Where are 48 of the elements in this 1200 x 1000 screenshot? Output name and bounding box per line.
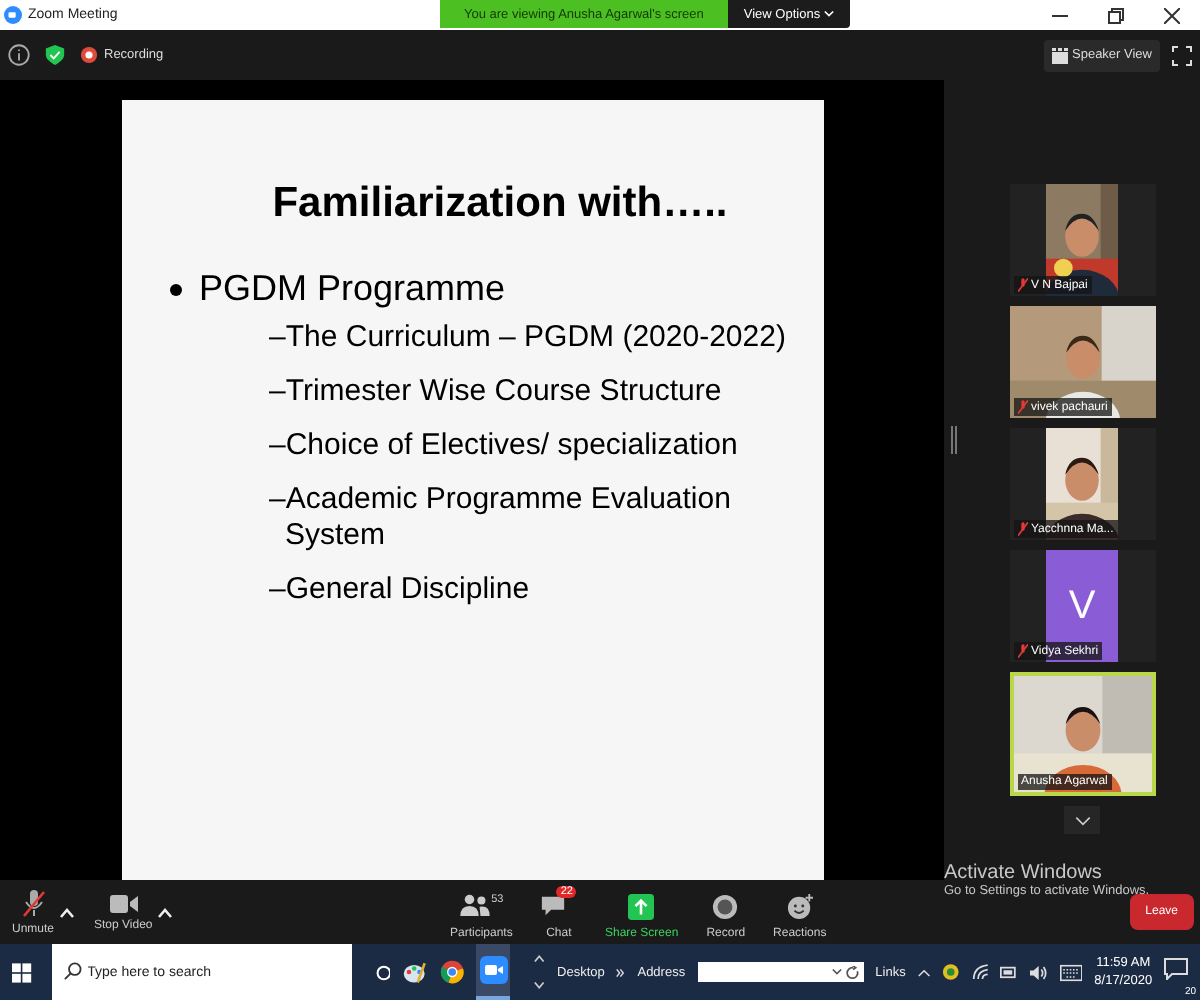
scroll-down-button[interactable] xyxy=(1064,806,1100,834)
search-icon xyxy=(63,962,82,980)
grid-icon xyxy=(1052,47,1068,63)
address-field[interactable] xyxy=(697,962,864,982)
caret-up-icon[interactable] xyxy=(158,907,173,917)
bullet-text: PGDM Programme xyxy=(199,268,506,310)
restore-icon[interactable] xyxy=(1108,7,1124,23)
splitter-handle-icon[interactable] xyxy=(950,426,958,454)
smiley-plus-icon xyxy=(785,893,814,919)
tray-app-icon[interactable] xyxy=(941,962,960,982)
refresh-icon xyxy=(845,965,860,979)
shield-icon[interactable] xyxy=(44,44,66,66)
bullet-dot-icon xyxy=(169,283,181,295)
notification-icon[interactable] xyxy=(1164,958,1189,980)
sub-bullet-text: –General Discipline xyxy=(269,572,532,608)
participants-icon xyxy=(459,893,490,915)
windows-start-icon[interactable] xyxy=(12,961,32,983)
sub-bullet-text: –Trimester Wise Course Structure xyxy=(269,374,724,410)
chevron-up-icon[interactable] xyxy=(917,967,930,977)
recording-dot-icon xyxy=(80,46,98,64)
keyboard-icon[interactable] xyxy=(1059,963,1083,981)
speaker-icon[interactable] xyxy=(1030,963,1048,981)
sub-bullet-text: –The Curriculum – PGDM (2020-2022) xyxy=(269,320,788,356)
paint-icon[interactable] xyxy=(402,958,428,986)
chevron-double-right-icon[interactable] xyxy=(616,967,626,977)
muted-mic-icon xyxy=(21,889,45,917)
info-icon[interactable] xyxy=(8,44,30,66)
sub-bullet-text: –Choice of Electives/ specialization xyxy=(269,428,740,464)
chat-bubble-icon xyxy=(540,893,567,917)
slide-title: Familiarization with….. xyxy=(270,180,730,228)
record-icon xyxy=(712,893,739,919)
caret-icon xyxy=(824,10,835,18)
caret-up-icon[interactable] xyxy=(60,907,75,917)
video-camera-icon xyxy=(109,893,138,913)
chevron-down-icon xyxy=(1073,815,1091,825)
scroll-arrows-icon[interactable] xyxy=(534,952,546,992)
video-camera-icon xyxy=(479,956,508,984)
fullscreen-icon[interactable] xyxy=(1172,45,1192,65)
close-icon[interactable] xyxy=(1164,7,1180,23)
battery-icon[interactable] xyxy=(1000,964,1019,980)
network-icon[interactable] xyxy=(971,962,989,982)
cortana-icon[interactable] xyxy=(375,963,391,981)
sub-bullet-text: –Academic Programme Evaluation System xyxy=(269,482,733,554)
share-screen-icon xyxy=(628,893,655,919)
activation-title: Activate Windows xyxy=(944,862,1104,884)
dropdown-caret-icon xyxy=(831,968,842,976)
chrome-icon[interactable] xyxy=(439,958,464,986)
zoom-app-taskbar-button[interactable] xyxy=(475,944,511,1000)
